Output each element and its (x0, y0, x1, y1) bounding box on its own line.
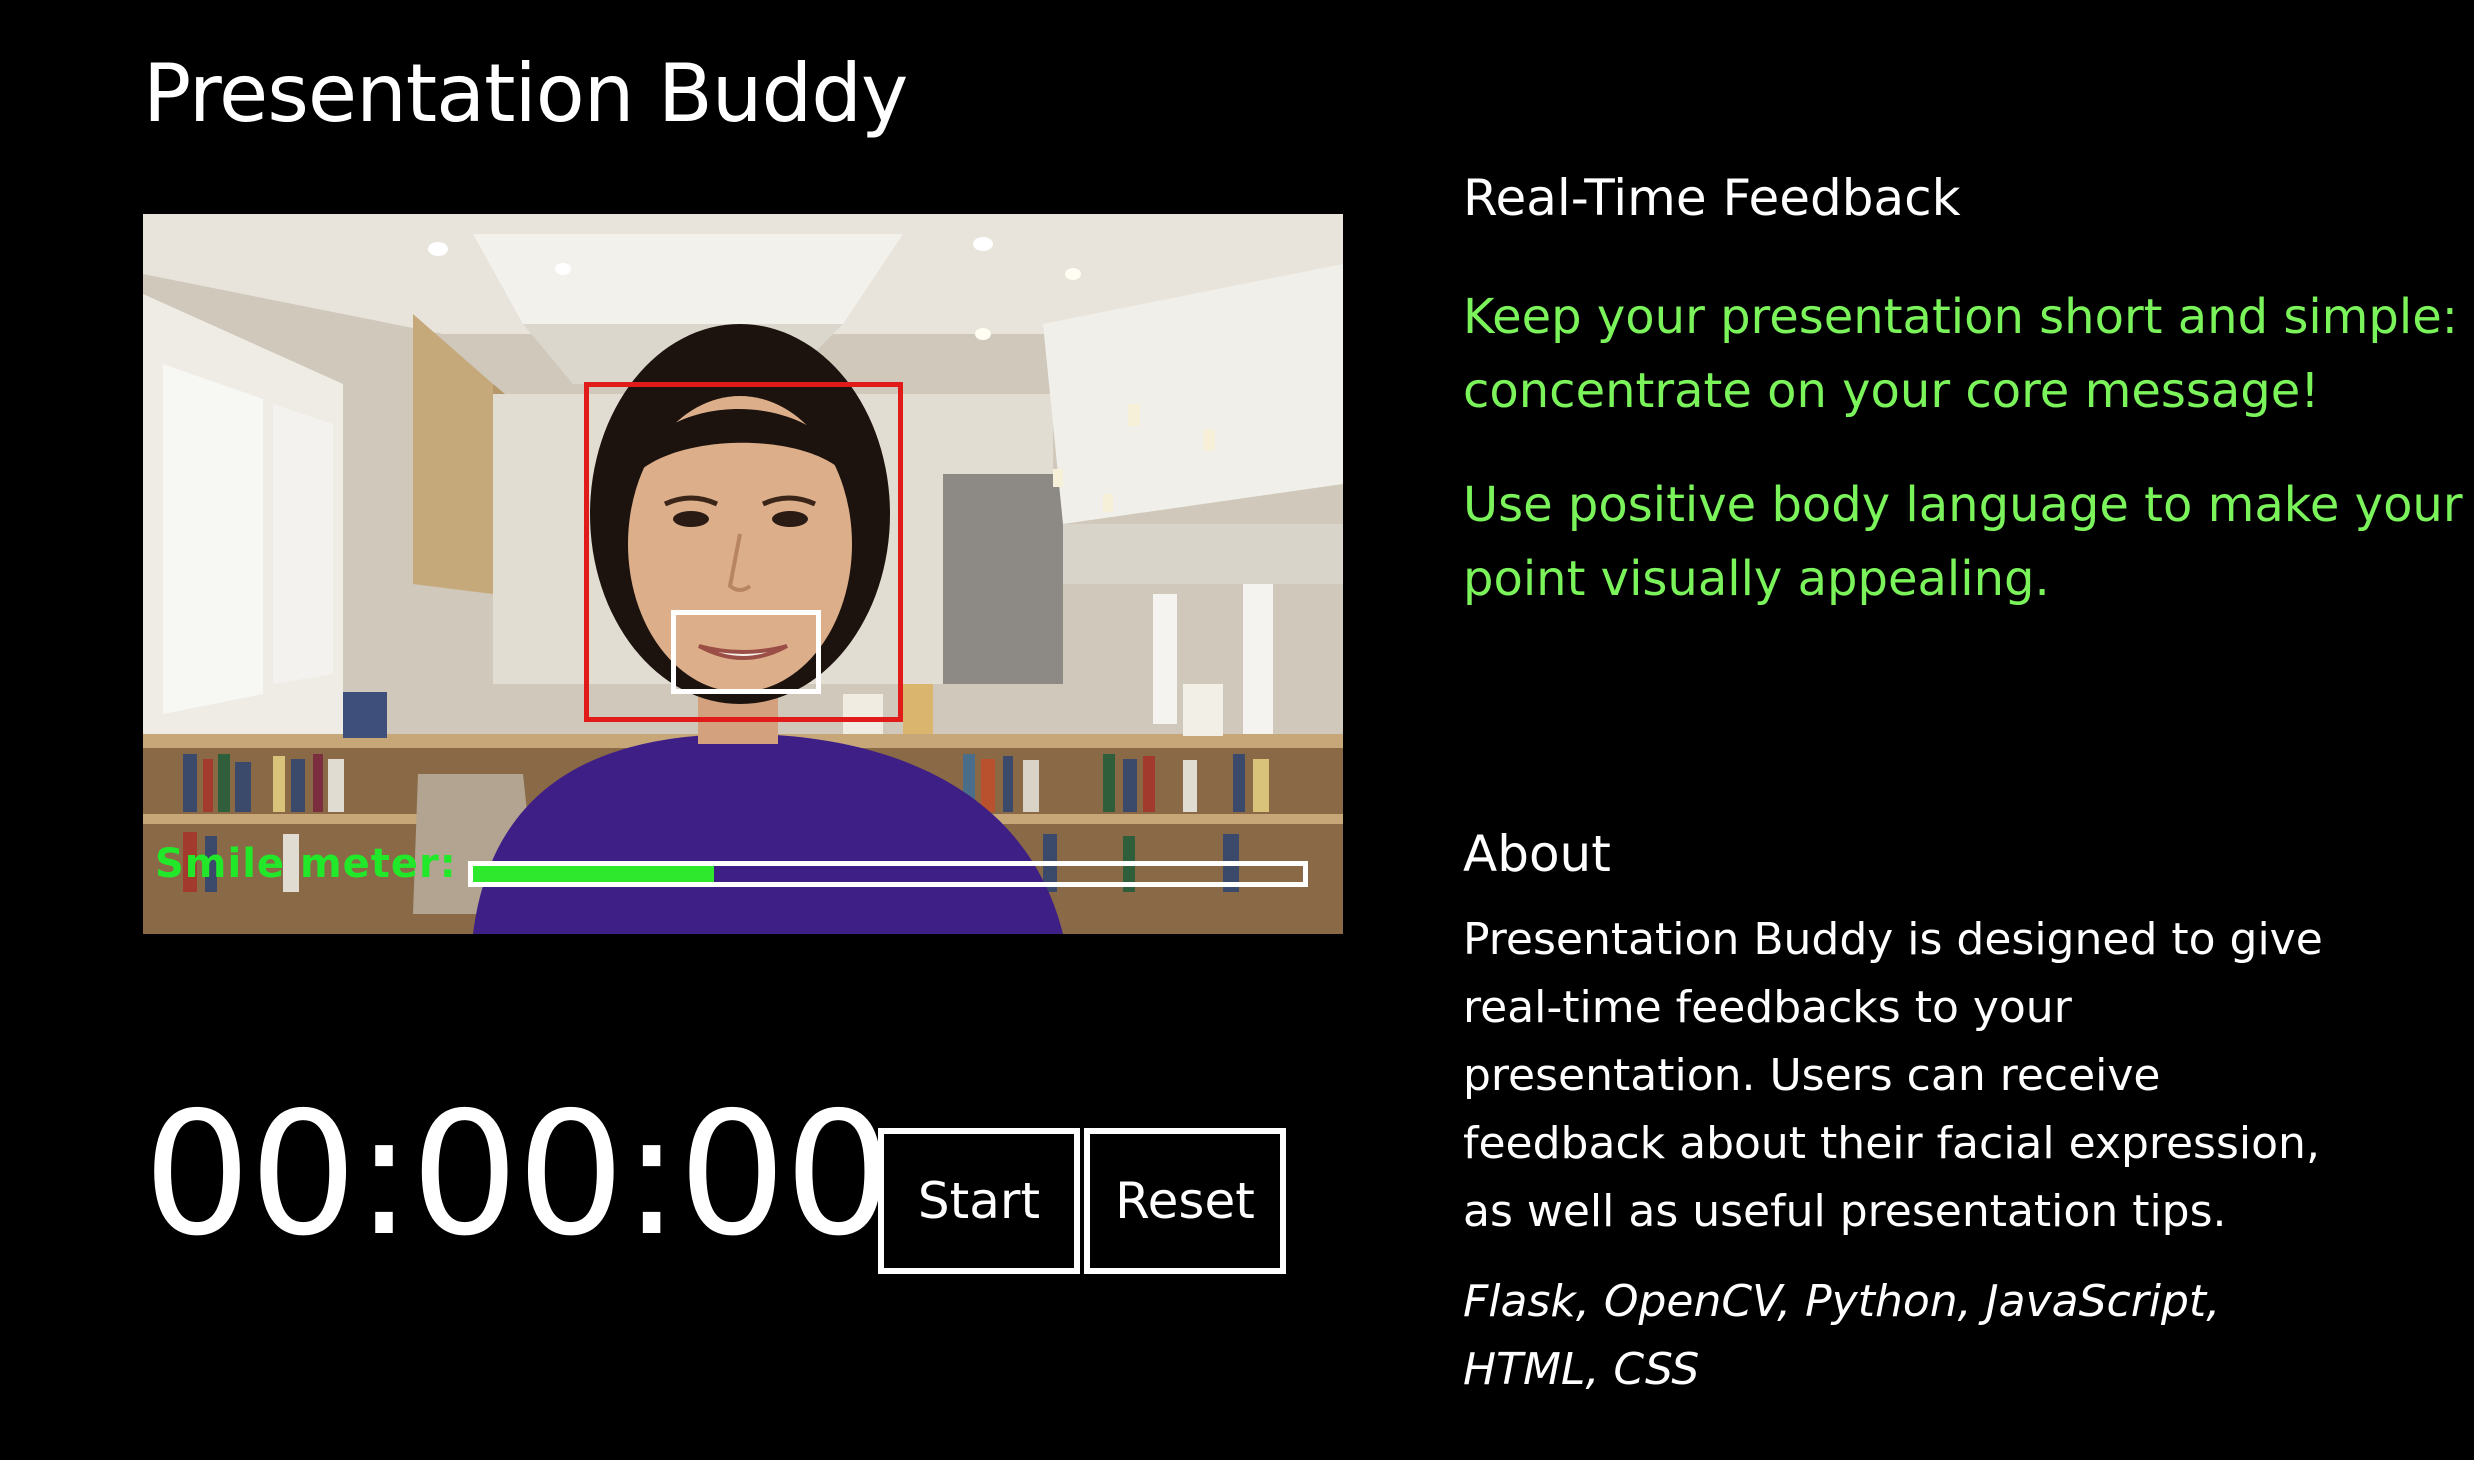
about-description: Presentation Buddy is designed to give r… (1463, 914, 2323, 1237)
feedback-tip: Use positive body language to make your … (1463, 477, 2463, 607)
reset-button[interactable]: Reset (1084, 1128, 1286, 1274)
smile-meter-label: Smile meter: (155, 841, 457, 887)
timer-display: 00:00:00 (143, 1076, 893, 1274)
about-panel: About Presentation Buddy is designed to … (1463, 824, 2363, 1404)
feedback-panel: Real-Time Feedback Keep your presentatio… (1463, 168, 2463, 616)
smile-detection-box (671, 610, 821, 694)
app-title: Presentation Buddy (143, 47, 908, 140)
tech-stack: Flask, OpenCV, Python, JavaScript, HTML,… (1463, 1276, 2221, 1395)
about-heading: About (1463, 825, 1611, 883)
start-button[interactable]: Start (878, 1128, 1080, 1274)
feedback-heading: Real-Time Feedback (1463, 169, 1961, 227)
smile-meter-bar (468, 861, 1308, 887)
webcam-feed: Smile meter: (143, 214, 1343, 934)
smile-meter-fill (473, 866, 714, 882)
feedback-tip: Keep your presentation short and simple:… (1463, 289, 2458, 419)
timer-controls: Start Reset (878, 1128, 1286, 1274)
